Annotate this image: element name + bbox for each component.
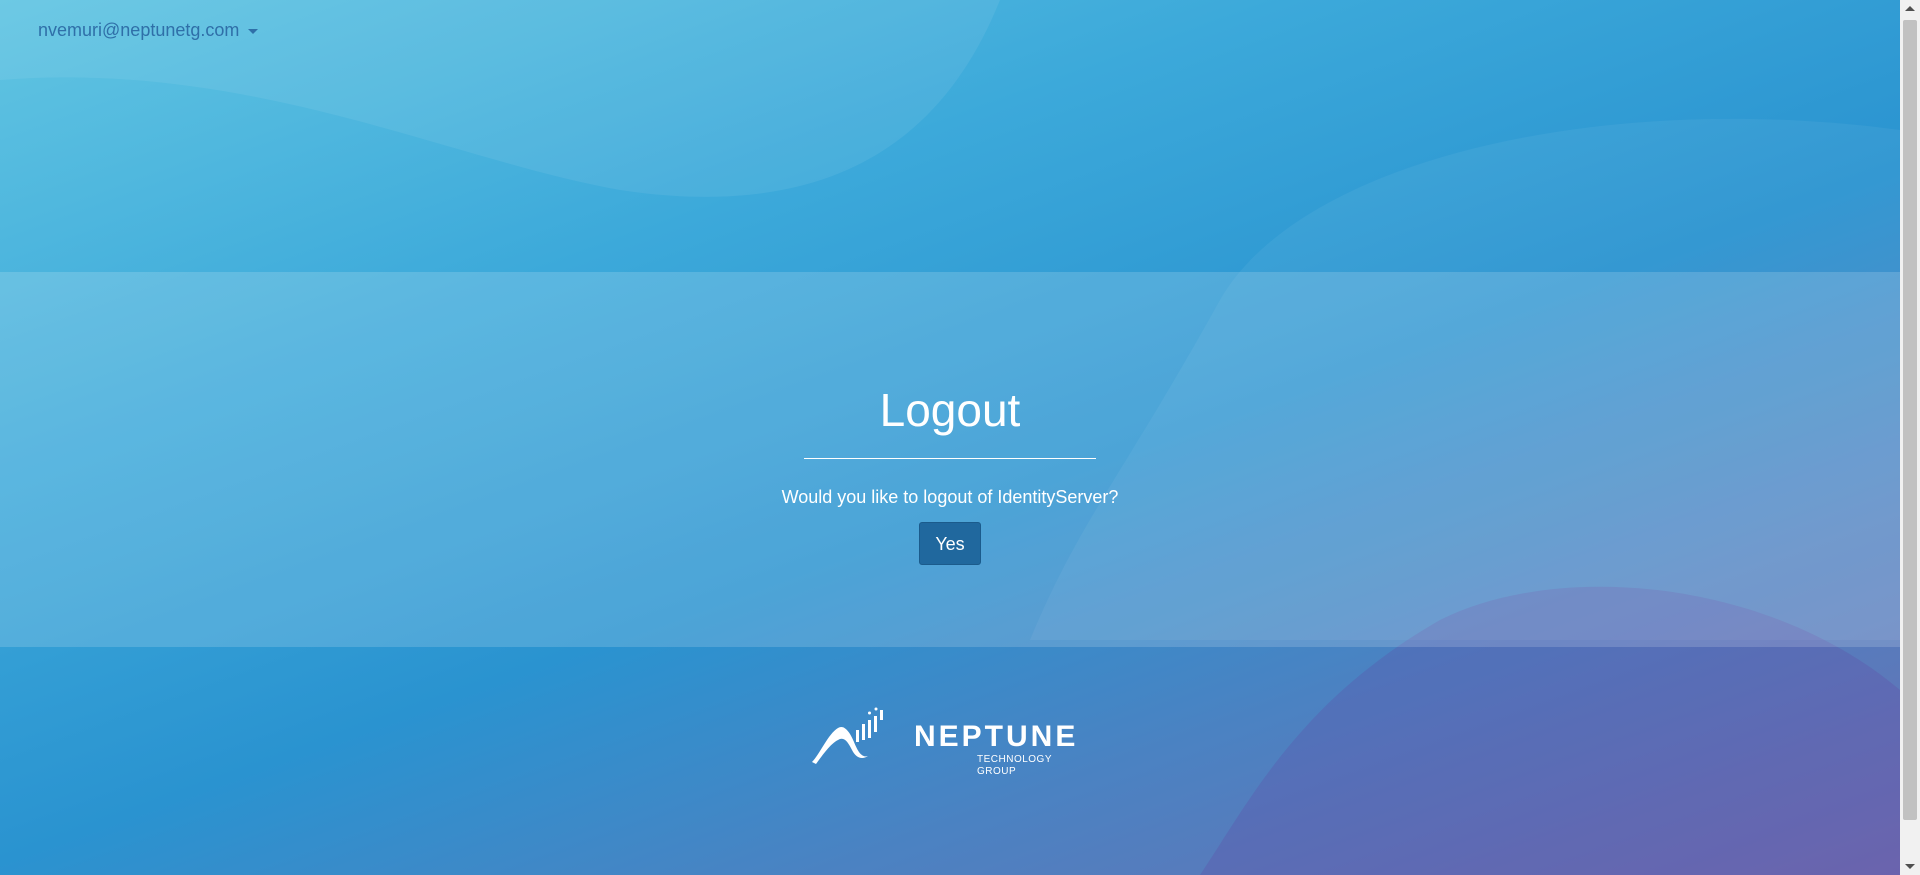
page-background: nvemuri@neptunetg.com Logout Would you l… bbox=[0, 0, 1900, 875]
scroll-down-arrow-icon[interactable] bbox=[1905, 864, 1915, 869]
scroll-up-arrow-icon[interactable] bbox=[1905, 6, 1915, 11]
logo-wordmark: NEPTUNE bbox=[914, 720, 1079, 753]
vertical-scrollbar[interactable] bbox=[1900, 0, 1920, 875]
logo-tagline: TECHNOLOGY GROUP bbox=[977, 754, 1052, 777]
title-divider bbox=[804, 458, 1096, 459]
scrollbar-thumb[interactable] bbox=[1903, 20, 1917, 820]
user-menu-dropdown[interactable]: nvemuri@neptunetg.com bbox=[38, 20, 259, 41]
neptune-logo: NEPTUNE TECHNOLOGY GROUP bbox=[810, 706, 1090, 777]
yes-button[interactable]: Yes bbox=[919, 522, 981, 565]
logout-question: Would you like to logout of IdentityServ… bbox=[781, 487, 1119, 507]
page-title: Logout bbox=[879, 384, 1021, 436]
user-email: nvemuri@neptunetg.com bbox=[38, 20, 240, 40]
neptune-wave-icon bbox=[812, 707, 883, 764]
caret-down-icon bbox=[248, 29, 259, 34]
logout-panel: Logout Would you like to logout of Ident… bbox=[0, 380, 1900, 565]
